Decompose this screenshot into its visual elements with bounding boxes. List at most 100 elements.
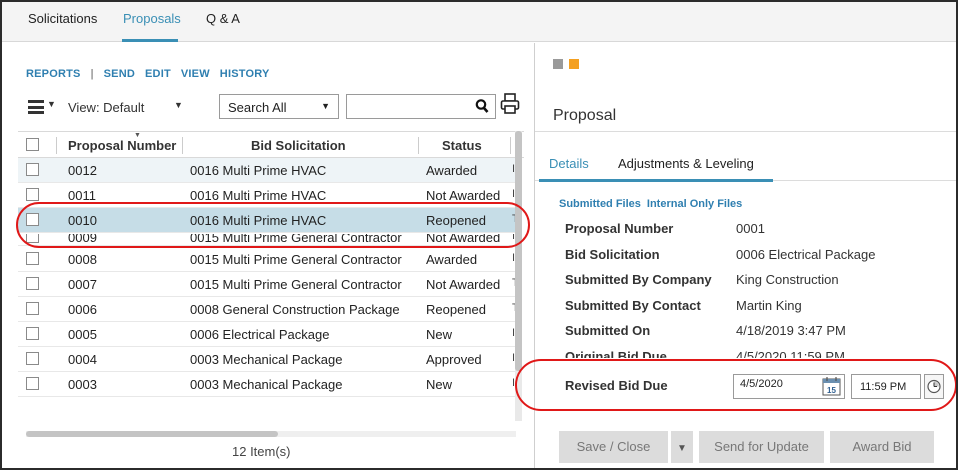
horizontal-scroll-thumb[interactable] xyxy=(26,431,278,437)
tab-details[interactable]: Details xyxy=(549,156,589,171)
printer-icon[interactable] xyxy=(500,93,520,115)
view-caret-down-icon[interactable]: ▼ xyxy=(174,100,183,110)
field-label-original-bid-due: Original Bid Due xyxy=(565,349,667,358)
history-link[interactable]: HISTORY xyxy=(220,68,270,80)
cell-proposal-number: 0009 xyxy=(68,234,97,245)
item-count: 12 Item(s) xyxy=(232,444,291,459)
cell-status: Awarded xyxy=(426,252,478,267)
active-tab-indicator xyxy=(122,39,178,42)
page-title: Proposal xyxy=(553,107,617,124)
table-row[interactable]: 0003 0003 Mechanical Package New I xyxy=(18,372,518,397)
table-row[interactable]: 0009 0015 Multi Prime General Contractor… xyxy=(18,234,518,246)
time-picker-button[interactable] xyxy=(924,374,944,399)
hamburger-menu-icon[interactable] xyxy=(28,100,44,114)
cell-bid-solicitation: 0016 Multi Prime HVAC xyxy=(190,163,327,178)
field-label-submitted-on: Submitted On xyxy=(565,323,651,338)
submitted-files-link[interactable]: Submitted Files xyxy=(559,198,641,210)
date-value: 4/5/2020 xyxy=(740,378,783,390)
edit-link[interactable]: EDIT xyxy=(145,68,171,80)
cell-status: Reopened xyxy=(426,213,486,228)
table-row[interactable]: 0005 0006 Electrical Package New I xyxy=(18,322,518,347)
table-row[interactable]: 0008 0015 Multi Prime General Contractor… xyxy=(18,247,518,272)
send-link[interactable]: SEND xyxy=(104,68,135,80)
save-options-dropdown[interactable]: ▼ xyxy=(671,431,693,463)
cell-status: Not Awarded xyxy=(426,234,501,245)
send-for-update-button[interactable]: Send for Update xyxy=(699,431,824,463)
column-header-bid-solicitation[interactable]: Bid Solicitation xyxy=(251,138,346,153)
field-value-proposal-number: 0001 xyxy=(736,221,765,236)
row-checkbox[interactable] xyxy=(26,252,39,265)
column-header-status[interactable]: Status xyxy=(442,138,482,153)
column-divider xyxy=(510,137,511,154)
row-checkbox[interactable] xyxy=(26,163,39,176)
cell-bid-solicitation: 0015 Multi Prime General Contractor xyxy=(190,252,402,267)
cell-proposal-number: 0004 xyxy=(68,352,97,367)
row-checkbox[interactable] xyxy=(26,302,39,315)
proposals-list-pane: REPORTS | SEND EDIT VIEW HISTORY ▼ View: Defa… xyxy=(2,43,524,468)
partially-hidden-field: Original Bid Due 4/5/2020 11:59 PM xyxy=(535,346,956,358)
award-bid-button[interactable]: Award Bid xyxy=(830,431,934,463)
action-bar: REPORTS | SEND EDIT VIEW HISTORY xyxy=(26,68,279,80)
column-header-proposal-number[interactable]: Proposal Number xyxy=(68,138,176,153)
tab-solicitations[interactable]: Solicitations xyxy=(28,11,97,26)
column-divider xyxy=(182,137,183,154)
row-checkbox[interactable] xyxy=(26,277,39,290)
gray-square-icon xyxy=(553,59,563,69)
app-window: Solicitations Proposals Q & A REPORTS | SE… xyxy=(0,0,958,470)
title-divider xyxy=(535,131,956,132)
view-selector[interactable]: View: Default xyxy=(68,100,144,115)
search-scope-select[interactable]: Search All ▼ xyxy=(219,94,339,119)
table-row[interactable]: 0004 0003 Mechanical Package Approved I xyxy=(18,347,518,372)
cell-proposal-number: 0012 xyxy=(68,163,97,178)
select-all-checkbox[interactable] xyxy=(26,138,39,151)
table-row[interactable]: 0011 0016 Multi Prime HVAC Not Awarded I xyxy=(18,183,518,208)
row-checkbox[interactable] xyxy=(26,377,39,390)
vertical-scroll-thumb[interactable] xyxy=(515,131,522,371)
field-value-submitted-by-company: King Construction xyxy=(736,272,839,287)
cell-bid-solicitation: 0003 Mechanical Package xyxy=(190,377,343,392)
proposal-detail-pane: Proposal Details Adjustments & Leveling … xyxy=(535,43,956,468)
cell-bid-solicitation: 0003 Mechanical Package xyxy=(190,352,343,367)
search-input[interactable] xyxy=(346,94,496,119)
search-icon[interactable] xyxy=(475,98,489,114)
column-divider xyxy=(56,137,57,154)
tab-q-and-a[interactable]: Q & A xyxy=(206,11,240,26)
row-checkbox[interactable] xyxy=(26,213,39,226)
active-subtab-indicator xyxy=(539,179,773,182)
calendar-icon[interactable]: 15 xyxy=(822,376,841,396)
vertical-scrollbar[interactable] xyxy=(515,131,522,421)
cell-proposal-number: 0010 xyxy=(68,213,97,228)
cell-status: Reopened xyxy=(426,302,486,317)
view-link[interactable]: VIEW xyxy=(181,68,210,80)
cell-proposal-number: 0006 xyxy=(68,302,97,317)
calendar-day: 15 xyxy=(827,386,836,395)
clock-icon xyxy=(927,379,941,394)
cell-bid-solicitation: 0008 General Construction Package xyxy=(190,302,400,317)
save-close-button[interactable]: Save / Close xyxy=(559,431,668,463)
row-checkbox[interactable] xyxy=(26,188,39,201)
tab-proposals[interactable]: Proposals xyxy=(123,11,181,26)
column-divider xyxy=(418,137,419,154)
menu-caret-down-icon[interactable]: ▼ xyxy=(47,99,56,109)
cell-bid-solicitation: 0006 Electrical Package xyxy=(190,327,330,342)
reports-link[interactable]: REPORTS xyxy=(26,68,81,80)
revised-bid-due-time-input[interactable]: 11:59 PM xyxy=(851,374,921,399)
row-checkbox[interactable] xyxy=(26,234,39,243)
table-row[interactable]: 0012 0016 Multi Prime HVAC Awarded I xyxy=(18,158,518,183)
table-row-selected[interactable]: 0010 0016 Multi Prime HVAC Reopened T xyxy=(18,208,519,233)
table-row[interactable]: 0006 0008 General Construction Package R… xyxy=(18,297,519,322)
internal-only-files-link[interactable]: Internal Only Files xyxy=(647,198,742,210)
row-checkbox[interactable] xyxy=(26,352,39,365)
search-scope-value: Search All xyxy=(228,100,287,115)
caret-down-icon: ▼ xyxy=(677,443,687,454)
tab-adjustments-leveling[interactable]: Adjustments & Leveling xyxy=(618,156,754,171)
cell-bid-solicitation: 0015 Multi Prime General Contractor xyxy=(190,234,402,245)
row-checkbox[interactable] xyxy=(26,327,39,340)
orange-square-icon xyxy=(569,59,579,69)
cell-bid-solicitation: 0016 Multi Prime HVAC xyxy=(190,213,327,228)
field-label-submitted-by-company: Submitted By Company xyxy=(565,272,712,287)
cell-proposal-number: 0008 xyxy=(68,252,97,267)
field-value-original-bid-due: 4/5/2020 11:59 PM xyxy=(736,349,845,358)
table-row[interactable]: 0007 0015 Multi Prime General Contractor… xyxy=(18,272,519,297)
file-links: Submitted Files Internal Only Files xyxy=(559,198,748,210)
